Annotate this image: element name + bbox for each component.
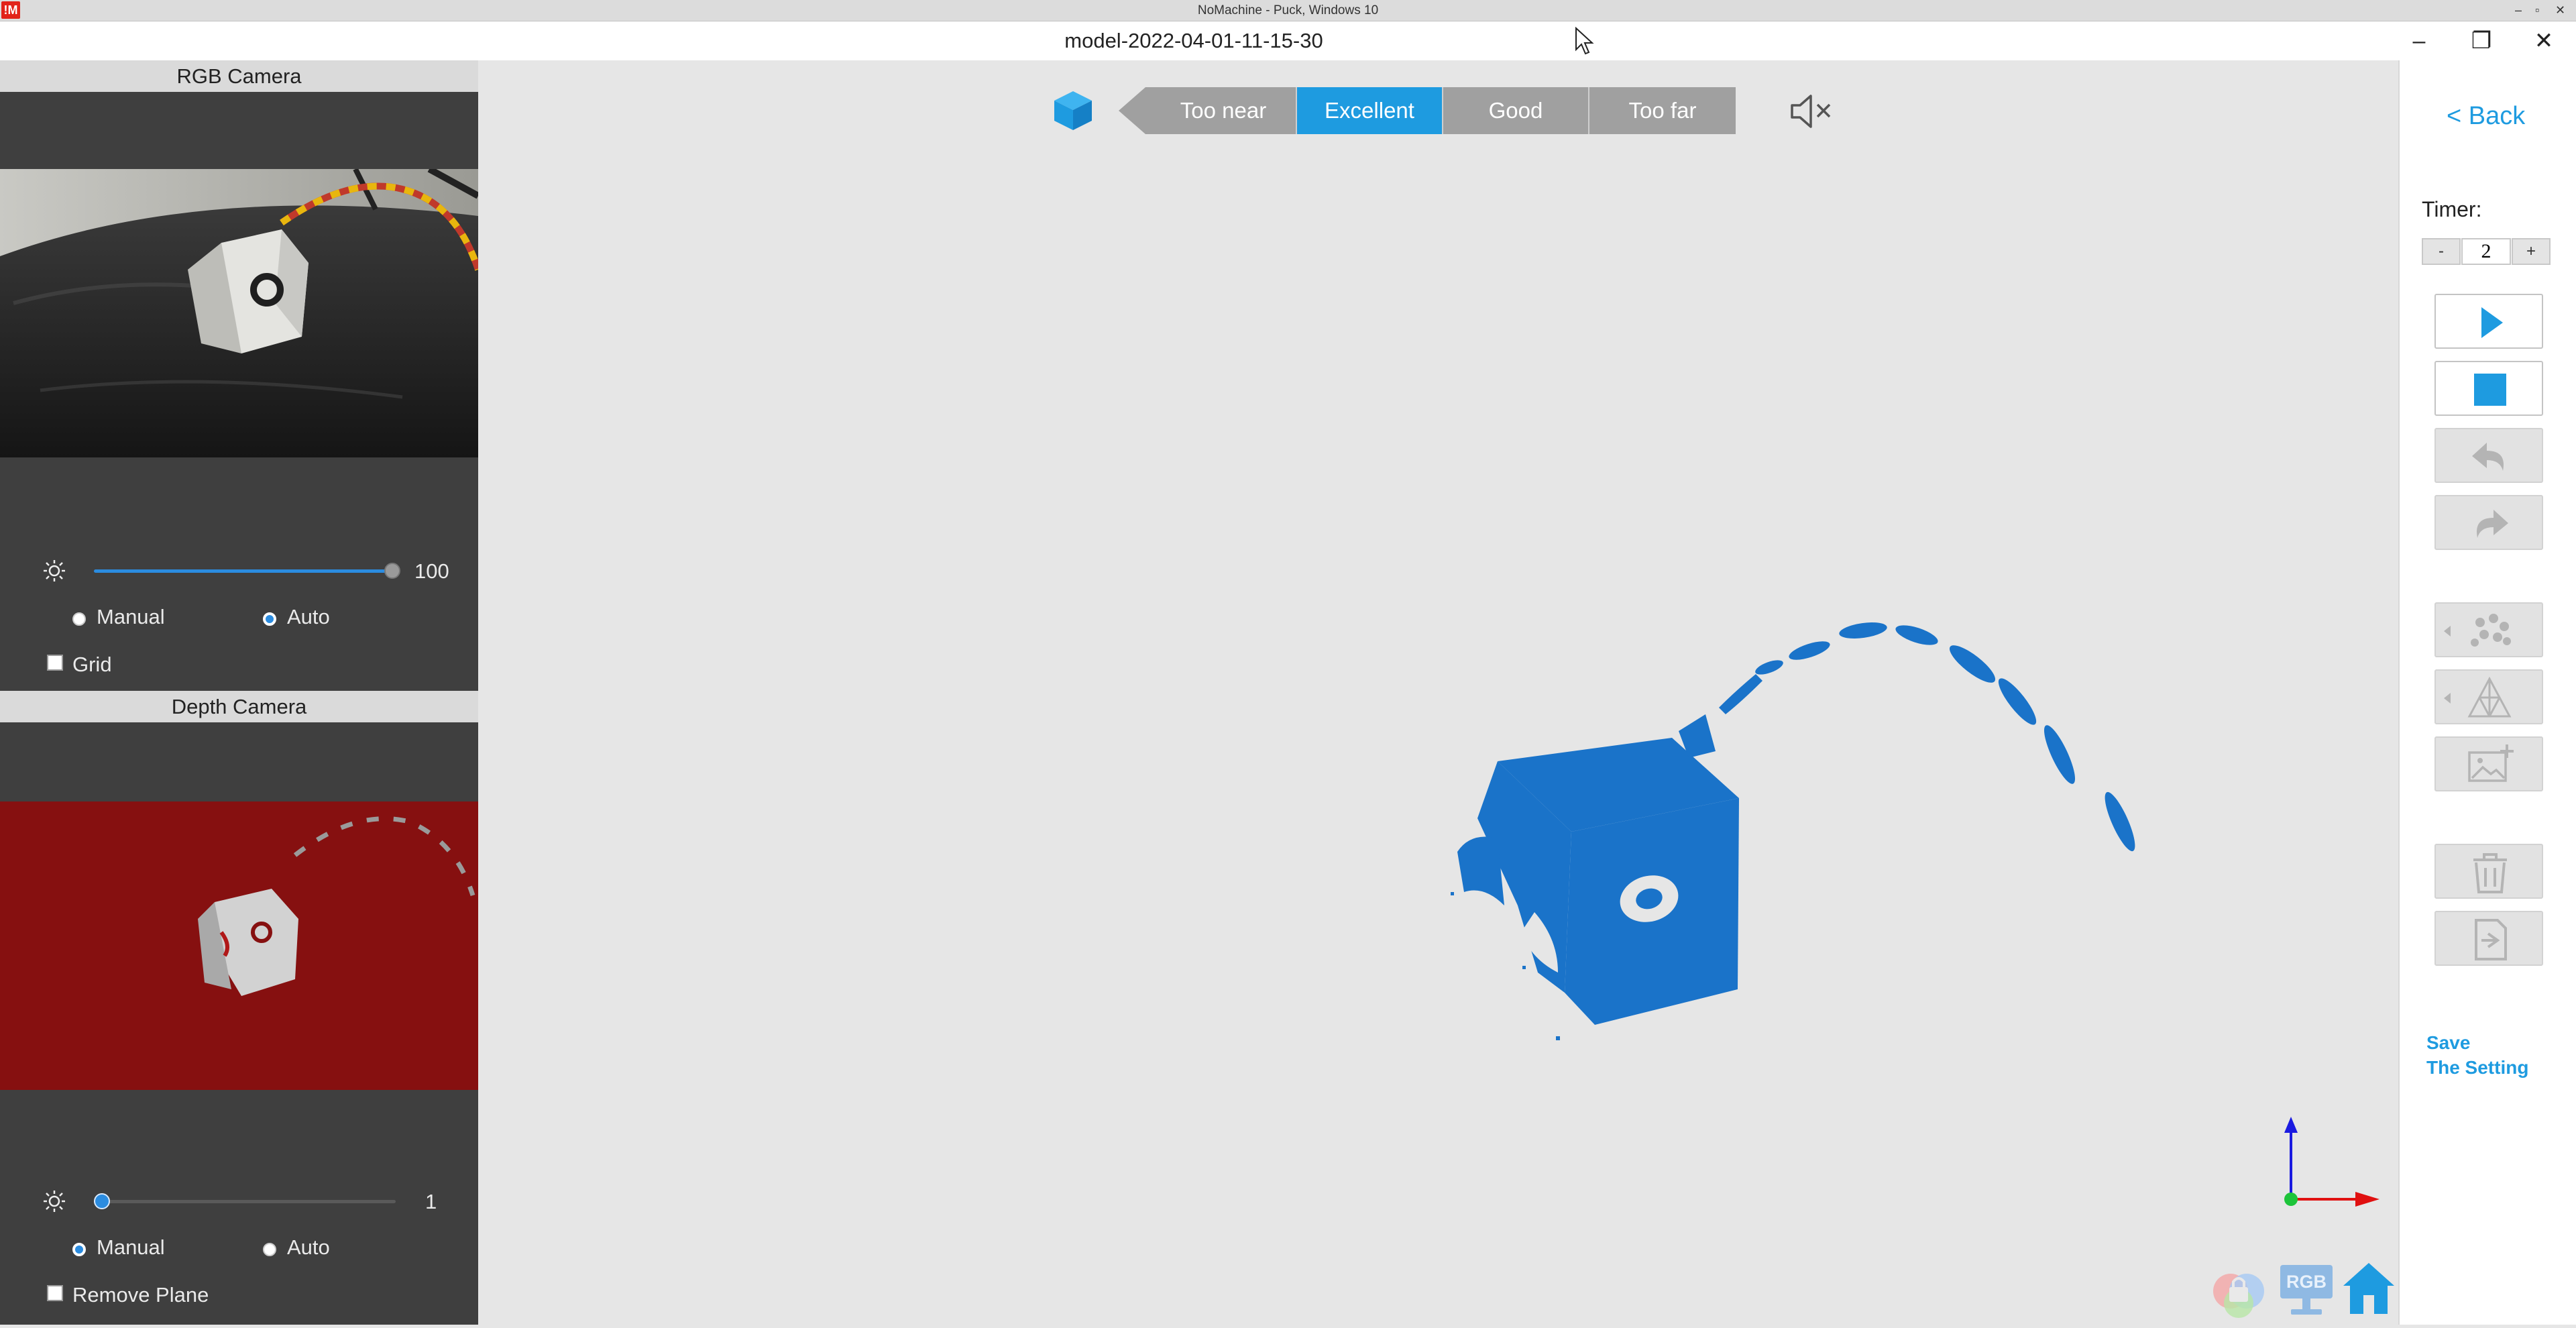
stop-icon	[2474, 374, 2506, 406]
session-restore-button[interactable]: ▫	[2535, 0, 2539, 21]
depth-manual-label: Manual	[97, 1235, 165, 1259]
remote-session-title: NoMachine - Puck, Windows 10	[1197, 3, 1379, 17]
model-title: model-2022-04-01-11-15-30	[1064, 29, 1323, 52]
rgb-monitor-icon[interactable]: RGB	[2278, 1261, 2335, 1319]
point-cloud-scan	[1451, 622, 2135, 1040]
timer-value-input[interactable]: 2	[2461, 238, 2511, 265]
add-texture-button[interactable]	[2434, 736, 2543, 791]
session-minimize-button[interactable]: –	[2515, 0, 2522, 21]
speaker-muted-icon[interactable]	[1789, 94, 1834, 129]
timer-label: Timer:	[2422, 197, 2482, 221]
rgb-camera-preview	[0, 169, 478, 457]
start-scan-button[interactable]	[2434, 294, 2543, 349]
rgb-manual-label: Manual	[97, 605, 165, 628]
arrow-left-icon	[1119, 87, 1152, 134]
distance-good[interactable]: Good	[1443, 87, 1589, 134]
tool-panel: < Back Timer: - 2 + Save The Setting	[2398, 60, 2576, 1325]
mesh-icon	[2444, 676, 2512, 718]
rgb-auto-radio[interactable]	[263, 612, 276, 626]
depth-brightness-value: 1	[425, 1190, 437, 1213]
play-icon	[2481, 307, 2503, 338]
session-close-button[interactable]: ✕	[2555, 0, 2565, 21]
depth-auto-label: Auto	[287, 1235, 330, 1259]
depth-camera-header: Depth Camera	[0, 691, 478, 722]
redo-button[interactable]	[2434, 495, 2543, 550]
rgb-brightness-value: 100	[414, 559, 449, 583]
timer-increment-button[interactable]: +	[2512, 238, 2551, 265]
close-button[interactable]: ✕	[2514, 21, 2574, 60]
3d-viewport[interactable]	[478, 60, 2398, 1325]
undo-button[interactable]	[2434, 428, 2543, 483]
depth-brightness-slider-handle[interactable]	[94, 1193, 110, 1209]
undo-icon	[2472, 443, 2504, 471]
delete-icon	[2473, 853, 2507, 893]
delete-button[interactable]	[2434, 844, 2543, 899]
depth-brightness-row: 1	[0, 1182, 478, 1222]
distance-too-far[interactable]: Too far	[1589, 87, 1736, 134]
mesh-button[interactable]	[2434, 669, 2543, 724]
grid-label: Grid	[72, 653, 112, 676]
distance-excellent[interactable]: Excellent	[1297, 87, 1443, 134]
rgb-camera-header: RGB Camera	[0, 60, 478, 92]
redo-icon	[2477, 510, 2508, 538]
app-title-bar: model-2022-04-01-11-15-30 – ❐ ✕	[0, 21, 2576, 60]
grid-checkbox[interactable]	[47, 655, 63, 671]
point-cloud-button[interactable]	[2434, 602, 2543, 657]
point-cloud-icon	[2444, 614, 2511, 647]
mouse-cursor-icon	[1575, 27, 1594, 55]
rgb-brightness-slider-handle[interactable]	[384, 563, 400, 579]
remove-plane-label: Remove Plane	[72, 1283, 209, 1307]
minimize-button[interactable]: –	[2389, 21, 2449, 60]
rgb-manual-radio[interactable]	[72, 612, 86, 626]
depth-brightness-track[interactable]	[94, 1200, 396, 1203]
back-button[interactable]: < Back	[2447, 102, 2525, 131]
timer-decrement-button[interactable]: -	[2422, 238, 2461, 265]
stop-scan-button[interactable]	[2434, 361, 2543, 416]
export-button[interactable]	[2434, 911, 2543, 966]
rgb-brightness-row: 100	[0, 551, 478, 592]
add-texture-icon	[2468, 744, 2514, 782]
maximize-button[interactable]: ❐	[2451, 21, 2512, 60]
depth-manual-radio[interactable]	[72, 1243, 86, 1256]
home-icon[interactable]	[2341, 1258, 2397, 1318]
brightness-icon	[44, 1191, 65, 1212]
export-icon	[2475, 919, 2507, 960]
depth-auto-radio[interactable]	[263, 1243, 276, 1256]
remote-session-bar: !M NoMachine - Puck, Windows 10 – ▫ ✕	[0, 0, 2576, 21]
brightness-icon	[44, 560, 65, 582]
cube-icon[interactable]	[1052, 89, 1095, 133]
rgb-label: RGB	[2280, 1265, 2333, 1298]
depth-camera-preview	[0, 801, 478, 1090]
lock-color-icon[interactable]	[2205, 1258, 2275, 1318]
camera-panel: RGB Camera 100 Manual Auto Grid Depth Ca…	[0, 60, 478, 1325]
rgb-auto-label: Auto	[287, 605, 330, 628]
save-setting-line1: Save	[2426, 1032, 2471, 1053]
save-setting-link[interactable]: Save The Setting	[2426, 1030, 2528, 1080]
remove-plane-checkbox[interactable]	[47, 1285, 63, 1301]
axis-gizmo	[2284, 1117, 2379, 1207]
rgb-brightness-track[interactable]	[94, 569, 392, 573]
distance-too-near[interactable]: Too near	[1151, 87, 1297, 134]
save-setting-line2: The Setting	[2426, 1057, 2529, 1078]
